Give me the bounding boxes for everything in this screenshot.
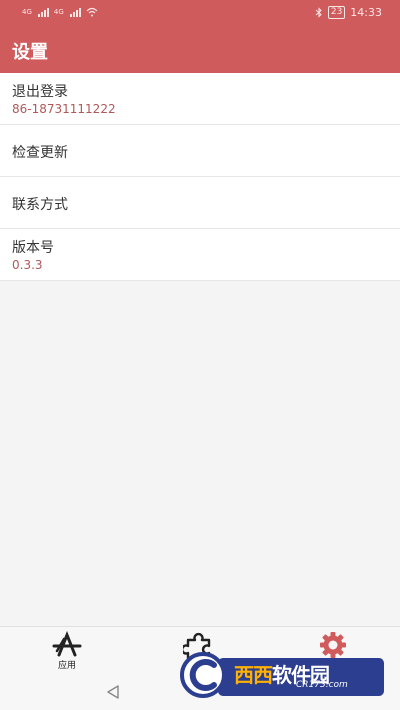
watermark-logo: 西西软件园 CR173.com <box>178 650 384 700</box>
battery-icon: 23 <box>327 5 346 19</box>
check-update-label: 检查更新 <box>12 145 68 161</box>
wifi-icon <box>86 7 98 17</box>
bluetooth-icon <box>315 6 322 18</box>
status-bar: 4G 4G 23 14:33 <box>0 0 400 24</box>
signal-icon <box>37 7 49 17</box>
app-bar: 4G 4G 23 14:33 设置 <box>0 0 400 73</box>
watermark-c-icon <box>180 652 226 698</box>
tab-apps[interactable]: 应用 <box>37 631 97 671</box>
settings-list: 退出登录 86-18731111222 检查更新 联系方式 版本号 0.3.3 <box>0 73 400 281</box>
version-item[interactable]: 版本号 0.3.3 <box>0 229 400 281</box>
version-value: 0.3.3 <box>12 258 43 272</box>
version-label: 版本号 <box>12 240 54 256</box>
check-update-item[interactable]: 检查更新 <box>0 125 400 177</box>
back-nav-icon[interactable] <box>105 684 121 700</box>
contact-item[interactable]: 联系方式 <box>0 177 400 229</box>
tab-apps-label: 应用 <box>57 661 76 671</box>
logout-label: 退出登录 <box>12 84 68 100</box>
network-type: 4G <box>22 8 32 16</box>
account-phone: 86-18731111222 <box>12 102 116 116</box>
watermark-sub: CR173.com <box>296 680 348 690</box>
app-store-icon <box>52 631 82 657</box>
page-title: 设置 <box>12 42 48 63</box>
logout-item[interactable]: 退出登录 86-18731111222 <box>0 73 400 125</box>
network-type-2: 4G <box>53 8 64 16</box>
contact-label: 联系方式 <box>12 197 68 213</box>
signal-icon-2 <box>69 7 81 17</box>
status-time: 14:33 <box>350 5 382 19</box>
